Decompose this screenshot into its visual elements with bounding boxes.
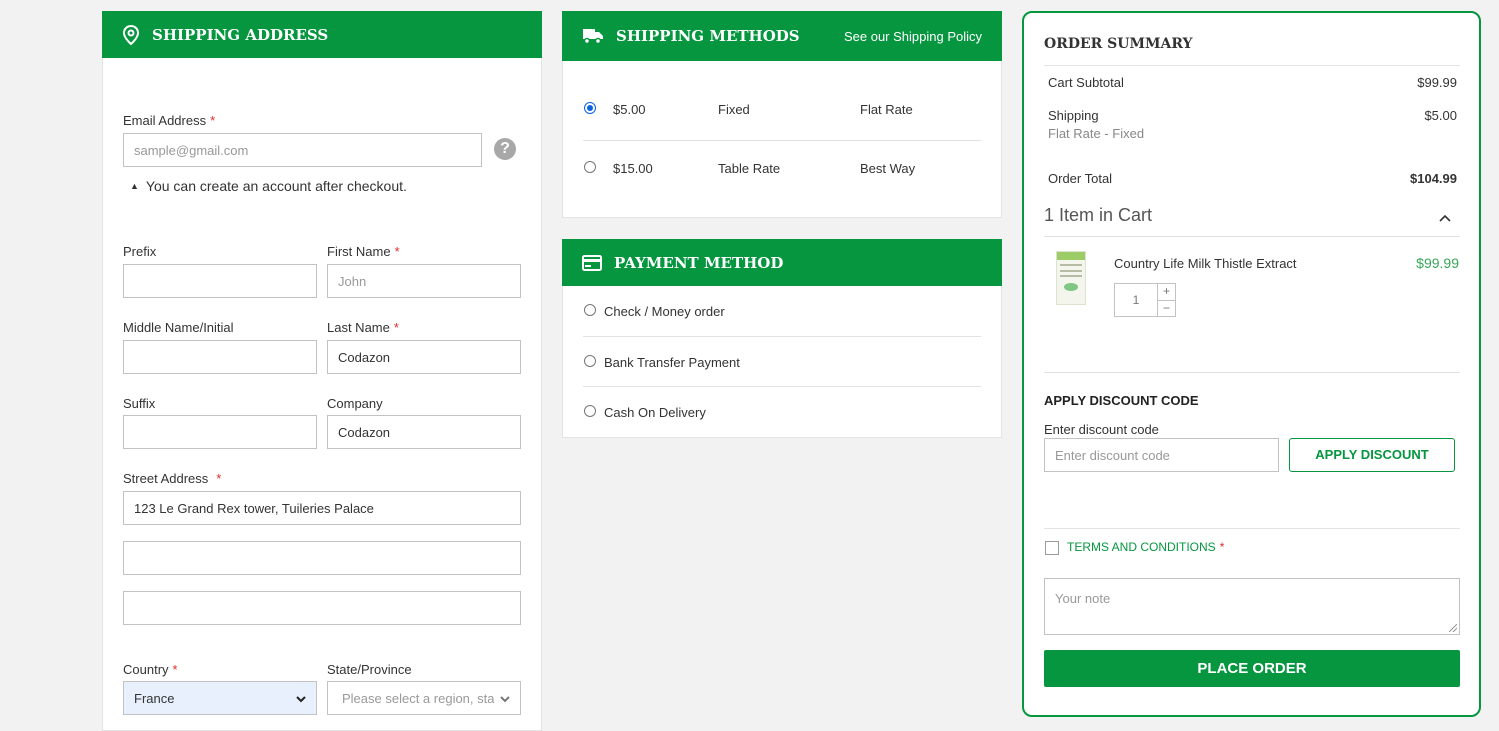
divider: [1044, 65, 1460, 66]
prefix-label: Prefix: [123, 244, 157, 259]
chevron-down-icon: [296, 691, 306, 706]
payment-radio-cod[interactable]: [584, 405, 596, 417]
divider: [1044, 372, 1460, 373]
order-summary-title: ORDER SUMMARY: [1044, 36, 1193, 52]
shipping-option-price: $15.00: [613, 161, 653, 176]
payment-option-label[interactable]: Cash On Delivery: [604, 405, 706, 420]
place-order-button[interactable]: PLACE ORDER: [1044, 650, 1460, 687]
terms-checkbox[interactable]: [1045, 541, 1059, 555]
shipping-methods-title: SHIPPING METHODS: [616, 27, 800, 45]
shipping-option-method: Table Rate: [718, 161, 781, 176]
plus-icon[interactable]: +: [1158, 284, 1175, 301]
subtotal-label: Cart Subtotal: [1048, 75, 1124, 90]
street-label: Street Address *: [123, 471, 222, 486]
shipping-value: $5.00: [1424, 108, 1457, 123]
caret-up-icon: ▲: [130, 181, 139, 191]
payment-option-label[interactable]: Bank Transfer Payment: [604, 355, 740, 370]
last-name-input[interactable]: Codazon: [327, 340, 521, 374]
divider: [583, 140, 981, 141]
suffix-input[interactable]: [123, 415, 317, 449]
order-summary-panel: ORDER SUMMARY Cart Subtotal $99.99 Shipp…: [1022, 11, 1481, 717]
payment-method-panel: PAYMENT METHOD Check / Money order Bank …: [562, 239, 1002, 438]
email-label: Email Address *: [123, 113, 216, 128]
discount-title: APPLY DISCOUNT CODE: [1044, 393, 1199, 408]
payment-method-header: PAYMENT METHOD: [562, 239, 1002, 286]
prefix-input[interactable]: [123, 264, 317, 298]
state-select[interactable]: Please select a region, state or provinc…: [327, 681, 521, 715]
divider: [583, 386, 981, 387]
product-price: $99.99: [1416, 255, 1459, 271]
shipping-option-carrier: Best Way: [860, 161, 916, 176]
product-name[interactable]: Country Life Milk Thistle Extract: [1114, 256, 1297, 271]
first-name-label: First Name *: [327, 244, 400, 259]
divider: [1044, 236, 1460, 237]
order-total-label: Order Total: [1048, 171, 1113, 186]
account-note: ▲ You can create an account after checkou…: [130, 178, 407, 194]
apply-discount-button[interactable]: APPLY DISCOUNT: [1289, 438, 1455, 472]
country-label: Country *: [123, 662, 178, 677]
shipping-methods-panel: SHIPPING METHODS See our Shipping Policy…: [562, 11, 1002, 218]
location-pin-icon: [122, 24, 140, 45]
resize-handle-icon[interactable]: [1449, 624, 1457, 632]
chevron-up-icon[interactable]: [1439, 210, 1451, 225]
last-name-label: Last Name *: [327, 320, 399, 335]
suffix-label: Suffix: [123, 396, 156, 411]
payment-method-title: PAYMENT METHOD: [614, 253, 784, 272]
terms-link[interactable]: TERMS AND CONDITIONS *: [1067, 540, 1224, 554]
divider: [583, 336, 981, 337]
shipping-methods-header: SHIPPING METHODS See our Shipping Policy: [562, 11, 1002, 61]
middle-name-input[interactable]: [123, 340, 317, 374]
middle-name-label: Middle Name/Initial: [123, 320, 234, 335]
email-input[interactable]: sample@gmail.com: [123, 133, 482, 167]
discount-code-input[interactable]: Enter discount code: [1044, 438, 1279, 472]
shipping-option-method: Fixed: [718, 102, 750, 117]
shipping-policy-link[interactable]: See our Shipping Policy: [844, 29, 982, 44]
payment-radio-check[interactable]: [584, 304, 596, 316]
payment-option-label[interactable]: Check / Money order: [604, 304, 725, 319]
discount-label: Enter discount code: [1044, 422, 1159, 437]
street-input-1[interactable]: 123 Le Grand Rex tower, Tuileries Palace: [123, 491, 521, 525]
company-label: Company: [327, 396, 383, 411]
country-select[interactable]: France: [123, 681, 317, 715]
shipping-address-header: SHIPPING ADDRESS: [102, 11, 542, 58]
shipping-label: Shipping: [1048, 108, 1099, 123]
quantity-stepper[interactable]: 1 + −: [1114, 283, 1176, 317]
shipping-address-panel: SHIPPING ADDRESS Email Address * sample@g…: [102, 11, 542, 731]
payment-radio-bank[interactable]: [584, 355, 596, 367]
street-input-3[interactable]: [123, 591, 521, 625]
minus-icon[interactable]: −: [1158, 301, 1175, 317]
divider: [1044, 528, 1460, 529]
help-icon[interactable]: ?: [494, 138, 516, 160]
note-textarea[interactable]: Your note: [1044, 578, 1460, 635]
truck-icon: [582, 27, 604, 45]
shipping-option-radio-flatrate[interactable]: [584, 102, 596, 114]
quantity-input[interactable]: 1: [1115, 284, 1157, 316]
state-label: State/Province: [327, 662, 412, 677]
credit-card-icon: [582, 254, 602, 271]
subtotal-value: $99.99: [1417, 75, 1457, 90]
shipping-option-price: $5.00: [613, 102, 646, 117]
order-total-value: $104.99: [1410, 171, 1457, 186]
shipping-option-carrier: Flat Rate: [860, 102, 913, 117]
street-input-2[interactable]: [123, 541, 521, 575]
company-input[interactable]: Codazon: [327, 415, 521, 449]
chevron-down-icon: [500, 691, 510, 706]
shipping-method-text: Flat Rate - Fixed: [1048, 126, 1145, 141]
items-in-cart-toggle[interactable]: 1 Item in Cart: [1044, 205, 1152, 226]
first-name-input[interactable]: John: [327, 264, 521, 298]
product-image: [1056, 251, 1086, 305]
shipping-option-radio-tablerate[interactable]: [584, 161, 596, 173]
shipping-address-title: SHIPPING ADDRESS: [152, 25, 329, 44]
